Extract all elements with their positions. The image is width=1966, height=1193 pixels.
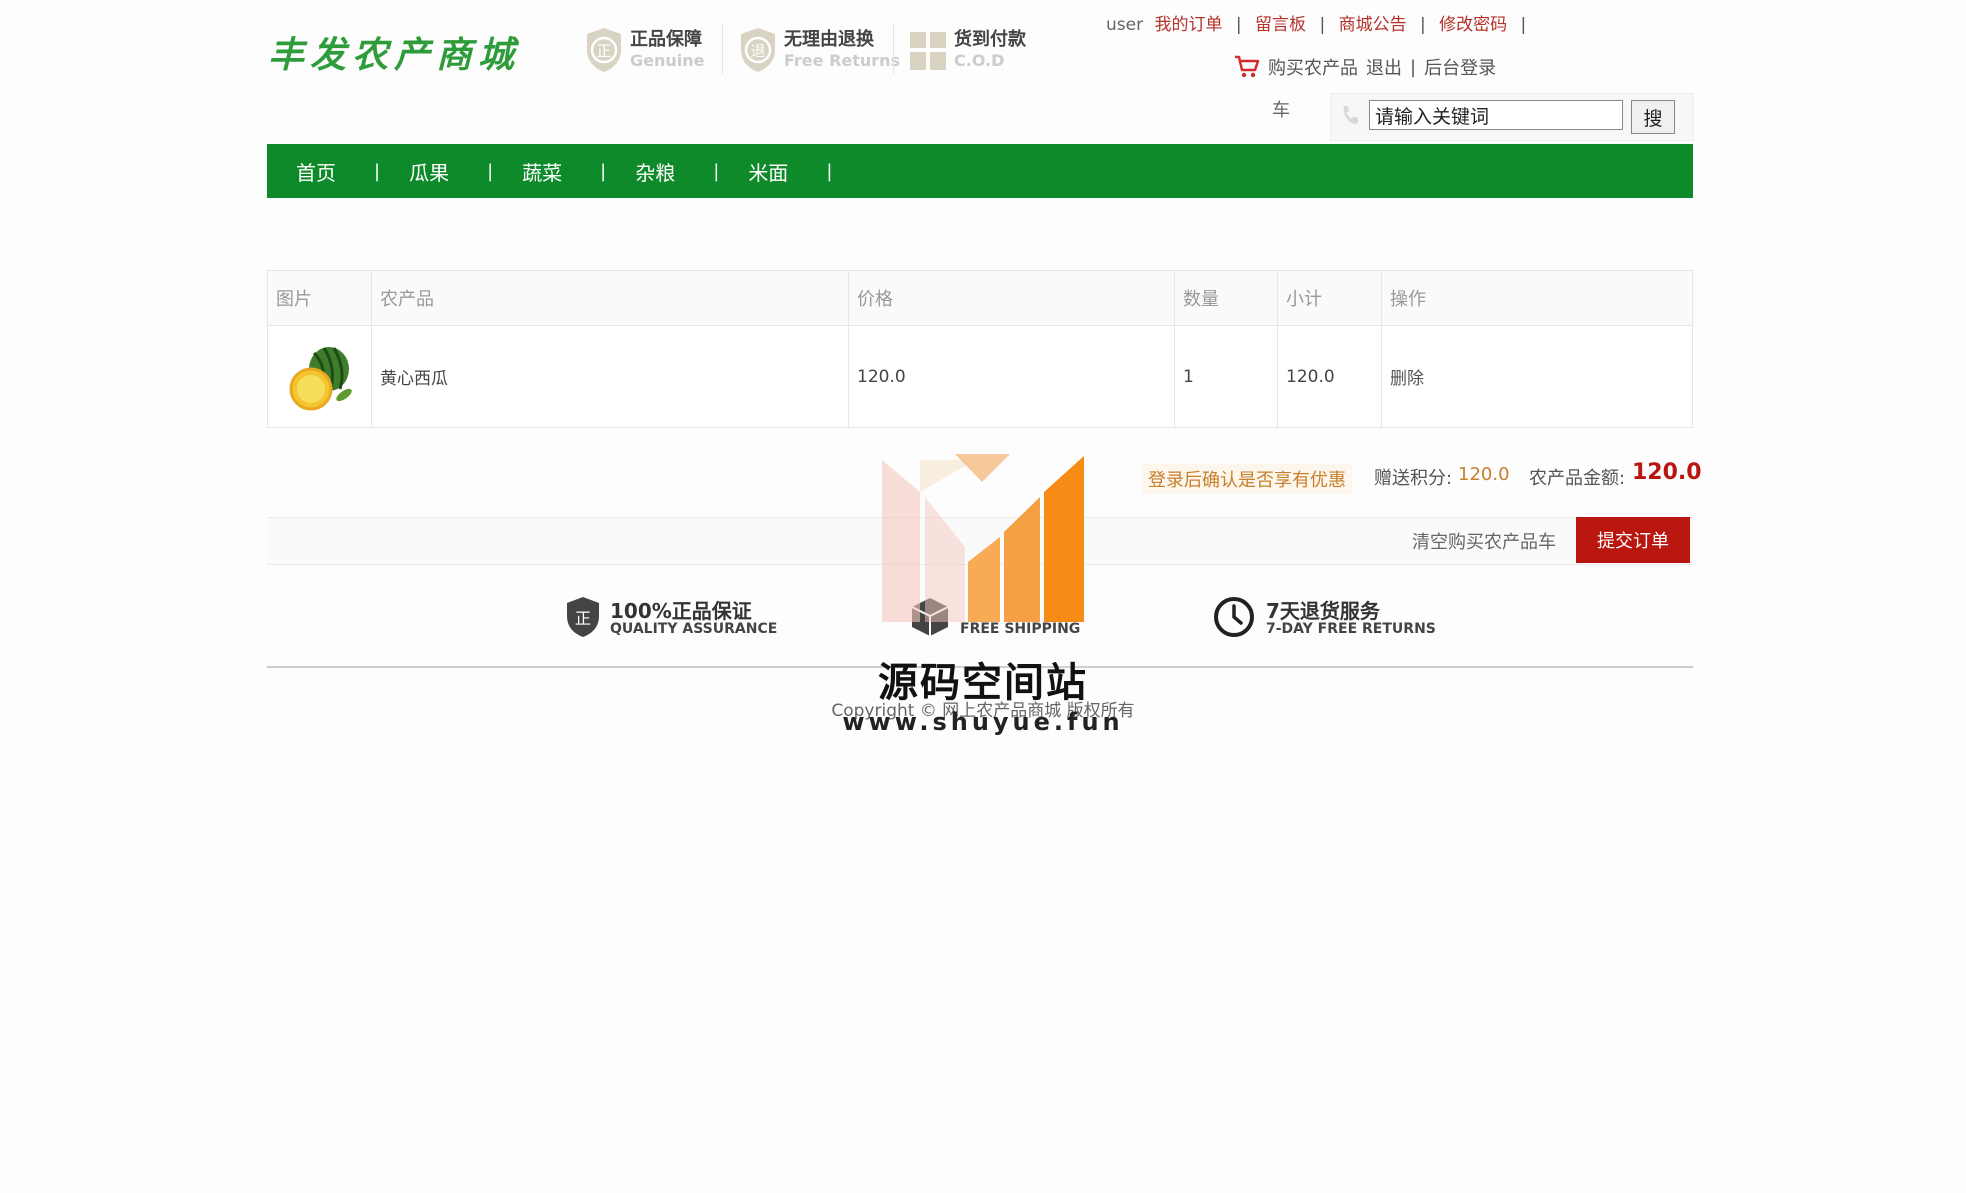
clock-icon bbox=[1212, 595, 1256, 643]
nav-item-vegetables[interactable]: 蔬菜 bbox=[522, 157, 562, 186]
svg-text:退: 退 bbox=[750, 42, 765, 60]
col-action: 操作 bbox=[1381, 270, 1693, 326]
product-subtotal: 120.0 bbox=[1277, 325, 1382, 428]
nav-divider: | bbox=[713, 160, 720, 182]
svg-text:正: 正 bbox=[575, 609, 591, 628]
product-qty[interactable]: 1 bbox=[1174, 325, 1278, 428]
divider: | bbox=[1420, 15, 1426, 35]
divider: | bbox=[1235, 15, 1242, 35]
divider: | bbox=[1520, 15, 1527, 35]
amount-value: 120.0 bbox=[1632, 460, 1702, 485]
col-subtotal: 小计 bbox=[1277, 270, 1382, 326]
col-qty: 数量 bbox=[1174, 270, 1278, 326]
feature-subtitle: Free Returns bbox=[784, 51, 901, 70]
nav-divider: | bbox=[826, 160, 833, 182]
points-label: 赠送积分: bbox=[1374, 468, 1453, 489]
nav-divider: | bbox=[374, 160, 381, 182]
search-button[interactable]: 搜 bbox=[1631, 100, 1675, 134]
col-price: 价格 bbox=[848, 270, 1175, 326]
svg-text:正: 正 bbox=[596, 42, 611, 60]
shield-tui-icon: 退 bbox=[738, 26, 778, 74]
change-password-link[interactable]: 修改密码 bbox=[1439, 15, 1507, 35]
nav-item-fruits[interactable]: 瓜果 bbox=[409, 157, 449, 186]
feature-genuine: 正 正品保障 Genuine bbox=[584, 24, 705, 76]
feature-divider bbox=[722, 24, 723, 74]
admin-login-link[interactable]: 后台登录 bbox=[1424, 54, 1496, 80]
shield-zheng-icon: 正 bbox=[584, 26, 624, 74]
product-image-cell bbox=[267, 325, 372, 428]
service-title: 7天退货服务 bbox=[1266, 599, 1380, 624]
submit-order-button[interactable]: 提交订单 bbox=[1576, 517, 1690, 563]
nav-item-home[interactable]: 首页 bbox=[296, 157, 336, 186]
my-orders-link[interactable]: 我的订单 bbox=[1155, 15, 1223, 35]
feature-divider bbox=[893, 24, 894, 74]
nav-item-grains[interactable]: 杂粮 bbox=[635, 157, 675, 186]
top-links: user 我的订单 | 留言板 | 商城公告 | 修改密码 | bbox=[1106, 10, 1534, 35]
clear-cart-link[interactable]: 清空购买农产品车 bbox=[1412, 528, 1556, 554]
col-image: 图片 bbox=[267, 270, 372, 326]
service-title: 100%正品保证 bbox=[610, 599, 752, 624]
service-quality: 正 100%正品保证 QUALITY ASSURANCE bbox=[566, 594, 777, 644]
nav-divider: | bbox=[487, 160, 494, 182]
service-returns: 7天退货服务 7-DAY FREE RETURNS bbox=[1212, 594, 1436, 644]
feature-cod: 货到付款 C.O.D bbox=[908, 24, 1026, 76]
points-value: 120.0 bbox=[1458, 464, 1510, 485]
feature-title: 货到付款 bbox=[954, 29, 1026, 50]
site-logo[interactable]: 丰发农产商城 bbox=[268, 26, 520, 78]
watermelon-image[interactable] bbox=[284, 339, 356, 415]
service-subtitle: 7-DAY FREE RETURNS bbox=[1266, 621, 1436, 638]
feature-title: 无理由退换 bbox=[784, 29, 874, 50]
divider: | bbox=[1319, 15, 1326, 35]
product-price: 120.0 bbox=[848, 325, 1175, 428]
cart-table: 图片 农产品 价格 数量 小计 操作 黄心西瓜 120.0 1 120.0 删除 bbox=[267, 270, 1693, 428]
cart-link[interactable]: 购买农产品 bbox=[1268, 54, 1358, 80]
login-discount-note[interactable]: 登录后确认是否享有优惠 bbox=[1142, 464, 1352, 494]
table-header-row: 图片 农产品 价格 数量 小计 操作 bbox=[267, 270, 1693, 326]
user-actions: 购买农产品 退出 | 后台登录 bbox=[1234, 54, 1496, 80]
search-input[interactable] bbox=[1369, 100, 1623, 130]
cart-link-wrap[interactable]: 车 bbox=[1272, 96, 1290, 122]
username: user bbox=[1106, 15, 1144, 35]
table-row: 黄心西瓜 120.0 1 120.0 删除 bbox=[267, 325, 1693, 428]
feature-subtitle: C.O.D bbox=[954, 51, 1005, 70]
feature-free-returns: 退 无理由退换 Free Returns bbox=[738, 24, 900, 76]
product-name[interactable]: 黄心西瓜 bbox=[371, 325, 849, 428]
shield-check-icon: 正 bbox=[566, 596, 600, 642]
watermark-logo-icon bbox=[880, 452, 1086, 628]
phone-icon bbox=[1341, 104, 1359, 130]
guestbook-link[interactable]: 留言板 bbox=[1255, 15, 1306, 35]
nav-item-rice-noodles[interactable]: 米面 bbox=[748, 157, 788, 186]
watermark-url: www.shuyue.fun bbox=[842, 708, 1124, 736]
cart-icon[interactable] bbox=[1234, 55, 1262, 79]
feature-subtitle: Genuine bbox=[630, 51, 705, 70]
logout-link[interactable]: 退出 bbox=[1366, 54, 1402, 80]
nav-divider: | bbox=[600, 160, 607, 182]
divider: | bbox=[1410, 56, 1417, 78]
col-product: 农产品 bbox=[371, 270, 849, 326]
service-subtitle: QUALITY ASSURANCE bbox=[610, 621, 778, 638]
gift-box-icon bbox=[908, 26, 948, 74]
feature-title: 正品保障 bbox=[630, 29, 702, 50]
amount-label: 农产品金额: bbox=[1529, 468, 1626, 489]
delete-link[interactable]: 删除 bbox=[1381, 325, 1693, 428]
main-nav: 首页 | 瓜果 | 蔬菜 | 杂粮 | 米面 | bbox=[267, 144, 1693, 198]
announcements-link[interactable]: 商城公告 bbox=[1339, 15, 1407, 35]
